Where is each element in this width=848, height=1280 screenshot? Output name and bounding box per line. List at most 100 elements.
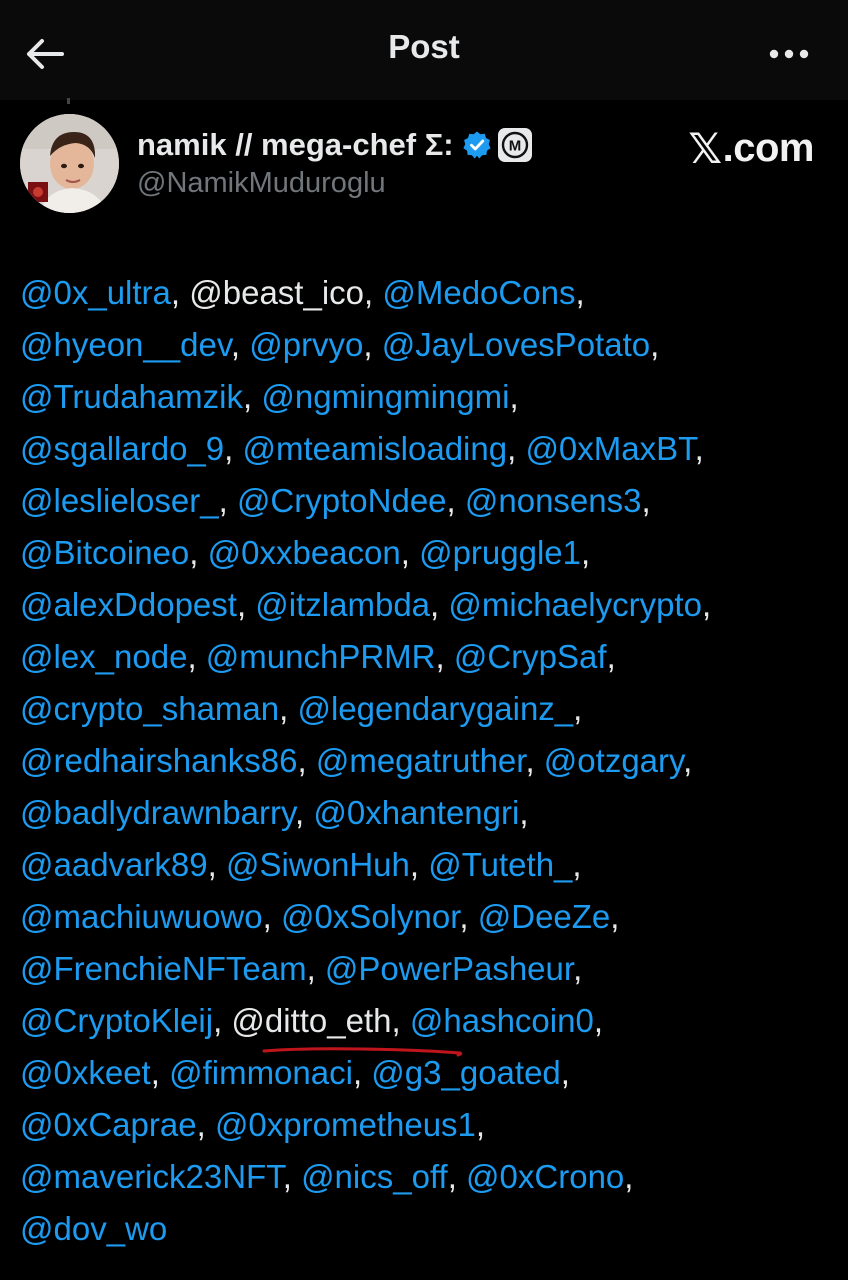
mention-link[interactable]: @FrenchieNFTeam xyxy=(20,950,307,987)
separator: , xyxy=(391,1002,410,1039)
mention-link[interactable]: @g3_goated xyxy=(371,1054,561,1091)
mention-link[interactable]: @beast_ico xyxy=(189,274,364,311)
mention-link[interactable]: @megatruther xyxy=(316,742,526,779)
mention-link[interactable]: @munchPRMR xyxy=(206,638,436,675)
separator: , xyxy=(581,534,591,571)
mention-link[interactable]: @DeeZe xyxy=(478,898,611,935)
mention-link[interactable]: @0xprometheus1 xyxy=(215,1106,476,1143)
separator: , xyxy=(447,1158,467,1195)
mention-link[interactable]: @hashcoin0 xyxy=(410,1002,594,1039)
mention-link[interactable]: @michaelycrypto xyxy=(448,586,702,623)
post-text-line: @lex_node, @munchPRMR, @CrypSaf, xyxy=(20,631,820,683)
post-text-line: @0x_ultra, @beast_ico, @MedoCons, xyxy=(20,267,820,319)
separator: , xyxy=(606,638,616,675)
mention-link[interactable]: @Tuteth_ xyxy=(428,846,572,883)
mention-link[interactable]: @CrypSaf xyxy=(454,638,607,675)
mention-link[interactable]: @itzlambda xyxy=(255,586,430,623)
mention-link[interactable]: @dov_wo xyxy=(20,1210,167,1247)
more-horizontal-icon xyxy=(769,49,809,59)
mention-link[interactable]: @0xCrono xyxy=(466,1158,624,1195)
mention-link[interactable]: @sgallardo_9 xyxy=(20,430,224,467)
avatar[interactable] xyxy=(20,114,119,213)
post-text-line: @Trudahamzik, @ngmingmingmi, xyxy=(20,371,820,423)
mention-link[interactable]: @0xhantengri xyxy=(313,794,519,831)
separator: , xyxy=(560,1054,570,1091)
mention-link[interactable]: @maverick23NFT xyxy=(20,1158,283,1195)
separator: , xyxy=(236,586,256,623)
more-button[interactable] xyxy=(764,34,814,74)
mention-link[interactable]: @badlydrawnbarry xyxy=(20,794,295,831)
post-text-line: @sgallardo_9, @mteamisloading, @0xMaxBT, xyxy=(20,423,820,475)
separator: , xyxy=(575,274,585,311)
mention-link[interactable]: @0xMaxBT xyxy=(525,430,694,467)
author-handle[interactable]: @NamikMuduroglu xyxy=(137,167,386,200)
separator: , xyxy=(475,1106,486,1143)
mention-link[interactable]: @MedoCons xyxy=(382,274,575,311)
mention-link[interactable]: @0xkeet xyxy=(20,1054,151,1091)
watermark-text: .com xyxy=(722,126,815,170)
mention-link[interactable]: @CryptoNdee xyxy=(237,482,447,519)
separator: , xyxy=(573,690,583,727)
mention-link[interactable]: @lex_node xyxy=(20,638,187,675)
separator: , xyxy=(525,742,544,779)
mention-link[interactable]: @leslieloser_ xyxy=(20,482,219,519)
mention-link[interactable]: @mteamisloading xyxy=(242,430,507,467)
separator: , xyxy=(572,846,582,883)
mention-link[interactable]: @0x_ultra xyxy=(20,274,171,311)
post-text-line: @dov_wo xyxy=(20,1203,820,1255)
affiliate-badge[interactable]: M xyxy=(497,128,532,162)
mention-link[interactable]: @SiwonHuh xyxy=(226,846,410,883)
separator: , xyxy=(196,1106,215,1143)
mention-link[interactable]: @0xxbeacon xyxy=(208,534,401,571)
x-com-watermark: 𝕏 .com xyxy=(688,124,814,173)
separator: , xyxy=(230,326,250,363)
mention-link[interactable]: @prvyo xyxy=(249,326,363,363)
separator: , xyxy=(573,950,583,987)
mention-link[interactable]: @Bitcoineo xyxy=(20,534,189,571)
post-body: @0x_ultra, @beast_ico, @MedoCons, @hyeon_… xyxy=(20,267,820,1255)
separator: , xyxy=(430,586,449,623)
separator: , xyxy=(507,430,526,467)
author-row: namik // mega-chef Σ: M xyxy=(137,123,532,167)
mention-link[interactable]: @crypto_shaman xyxy=(20,690,279,727)
page-title: Post xyxy=(388,28,460,65)
mention-link[interactable]: @alexDdopest xyxy=(20,586,237,623)
separator: , xyxy=(187,638,206,675)
separator: , xyxy=(363,326,382,363)
mention-link[interactable]: @legendarygainz_ xyxy=(297,690,573,727)
mention-link[interactable]: @hyeon__dev xyxy=(20,326,231,363)
post-text-line: @badlydrawnbarry, @0xhantengri, xyxy=(20,787,820,839)
x-logo-icon: 𝕏 xyxy=(688,124,722,173)
separator: , xyxy=(624,1158,634,1195)
mention-link[interactable]: @PowerPasheur xyxy=(325,950,573,987)
mention-link[interactable]: @otzgary xyxy=(544,742,683,779)
separator: , xyxy=(218,482,237,519)
mention-link[interactable]: @nonsens3 xyxy=(465,482,642,519)
mention-link[interactable]: @CryptoKleij xyxy=(20,1002,213,1039)
mention-link[interactable]: @ngmingmingmi xyxy=(261,378,509,415)
separator: , xyxy=(409,846,429,883)
mention-link[interactable]: @ditto_eth xyxy=(231,1002,391,1039)
post-text-line: @alexDdopest, @itzlambda, @michaelycrypt… xyxy=(20,579,820,631)
separator: , xyxy=(295,794,314,831)
separator: , xyxy=(207,846,226,883)
mention-link[interactable]: @JayLovesPotato xyxy=(382,326,650,363)
mention-link[interactable]: @0xCaprae xyxy=(20,1106,197,1143)
separator: , xyxy=(364,274,383,311)
post-text-line: @maverick23NFT, @nics_off, @0xCrono, xyxy=(20,1151,820,1203)
mention-link[interactable]: @nics_off xyxy=(301,1158,448,1195)
mention-link[interactable]: @machiuwuowo xyxy=(20,898,263,935)
author-name[interactable]: namik // mega-chef Σ: xyxy=(137,127,454,163)
separator: , xyxy=(243,378,262,415)
post-text-line: @Bitcoineo, @0xxbeacon, @pruggle1, xyxy=(20,527,820,579)
mention-link[interactable]: @redhairshanks86 xyxy=(20,742,298,779)
divider-mark xyxy=(67,98,70,104)
mention-link[interactable]: @fimmonaci xyxy=(169,1054,353,1091)
affiliate-badge-letter: M xyxy=(508,138,521,155)
mention-link[interactable]: @Trudahamzik xyxy=(20,378,243,415)
separator: , xyxy=(170,274,190,311)
mention-link[interactable]: @0xSolynor xyxy=(281,898,459,935)
mention-link[interactable]: @aadvark89 xyxy=(20,846,208,883)
separator: , xyxy=(224,430,243,467)
mention-link[interactable]: @pruggle1 xyxy=(419,534,581,571)
